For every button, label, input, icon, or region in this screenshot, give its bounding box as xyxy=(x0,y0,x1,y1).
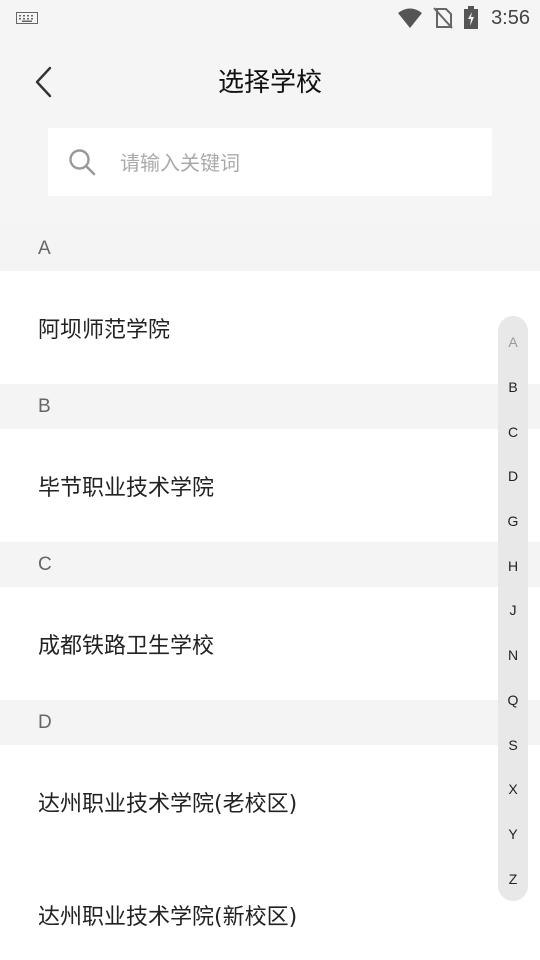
search-input[interactable] xyxy=(118,128,482,198)
index-letter-c[interactable]: C xyxy=(498,409,528,454)
section-header-a: A xyxy=(0,226,540,271)
section-header-b: B xyxy=(0,384,540,429)
no-sim-icon xyxy=(433,7,453,29)
index-letter-h[interactable]: H xyxy=(498,543,528,588)
list-item[interactable]: 达州职业技术学院(老校区) xyxy=(0,745,540,858)
list-item[interactable]: 毕节职业技术学院 xyxy=(0,429,540,542)
header: 选择学校 xyxy=(0,36,540,126)
status-time: 3:56 xyxy=(491,6,530,29)
wifi-icon xyxy=(398,8,423,28)
search-box[interactable] xyxy=(48,128,492,198)
search-icon xyxy=(69,149,96,176)
index-letter-j[interactable]: J xyxy=(498,588,528,633)
keyboard-icon xyxy=(16,12,38,24)
list-item[interactable]: 阿坝师范学院 xyxy=(0,271,540,384)
battery-charging-icon xyxy=(464,6,479,29)
page-title: 选择学校 xyxy=(217,68,322,98)
index-letter-n[interactable]: N xyxy=(498,633,528,678)
index-letter-q[interactable]: Q xyxy=(498,678,528,723)
alphabet-index[interactable]: A B C D G H J N Q S X Y Z xyxy=(498,316,528,901)
index-letter-a[interactable]: A xyxy=(498,320,528,365)
index-letter-g[interactable]: G xyxy=(498,499,528,544)
status-icons: 3:56 xyxy=(397,6,530,30)
index-letter-s[interactable]: S xyxy=(498,722,528,767)
status-bar: 3:56 xyxy=(0,0,540,36)
index-letter-x[interactable]: X xyxy=(498,767,528,812)
index-letter-z[interactable]: Z xyxy=(498,856,528,901)
school-list: A 阿坝师范学院 B 毕节职业技术学院 C 成都铁路卫生学校 D 达州职业技术学… xyxy=(0,226,540,960)
index-letter-b[interactable]: B xyxy=(498,365,528,410)
list-item[interactable]: 达州职业技术学院(新校区) xyxy=(0,858,540,960)
section-header-c: C xyxy=(0,542,540,587)
index-letter-y[interactable]: Y xyxy=(498,812,528,857)
list-item[interactable]: 成都铁路卫生学校 xyxy=(0,587,540,700)
section-header-d: D xyxy=(0,700,540,745)
index-letter-d[interactable]: D xyxy=(498,454,528,499)
